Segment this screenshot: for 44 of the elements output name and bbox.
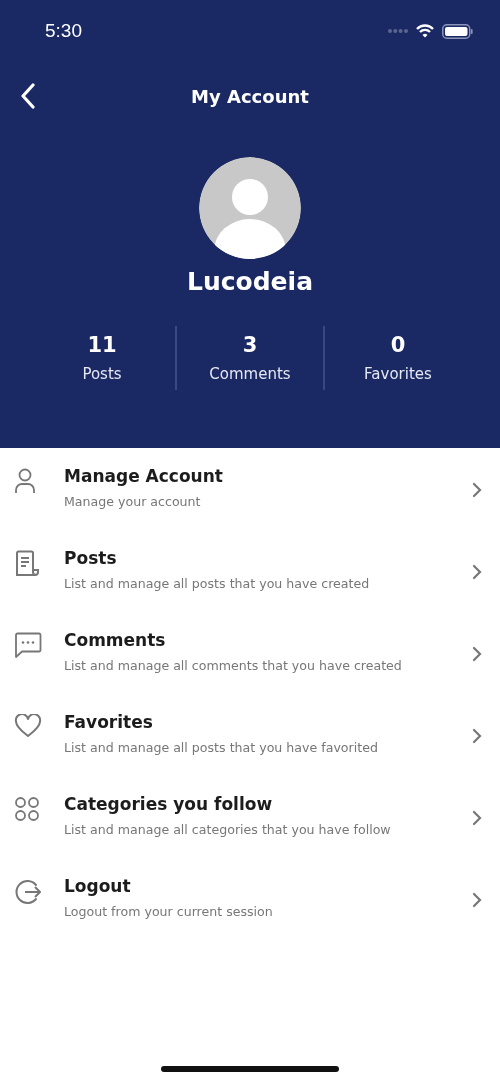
menu-item[interactable]: Logout Logout from your current session xyxy=(0,870,500,952)
stat-label: Comments xyxy=(209,365,291,383)
menu-subtitle: Logout from your current session xyxy=(64,904,274,919)
menu-item[interactable]: Categories you follow List and manage all categories that you have follow xyxy=(0,788,500,870)
battery-icon xyxy=(442,23,473,39)
stat-value: 3 xyxy=(242,333,258,357)
menu-subtitle: List and manage all categories that you have follow xyxy=(64,822,392,837)
stat-value: 0 xyxy=(390,333,406,357)
signal-icon xyxy=(388,28,408,34)
heart-icon xyxy=(14,714,42,738)
avatar-icon xyxy=(199,157,301,259)
document-icon xyxy=(14,550,40,578)
chat-icon xyxy=(14,632,42,658)
screen-title: My Account xyxy=(191,85,309,107)
menu-title: Comments xyxy=(64,630,167,650)
menu-item[interactable]: Comments List and manage all comments that you have created xyxy=(0,624,500,706)
menu-title: Manage Account xyxy=(64,466,224,486)
menu-subtitle: List and manage all comments that you have created xyxy=(64,658,403,673)
menu-item[interactable]: Manage Account Manage your account xyxy=(0,460,500,542)
chevron-icon xyxy=(472,646,482,662)
grid-icon xyxy=(14,796,40,822)
chevron-icon xyxy=(472,810,482,826)
profile-name: Lucodeia xyxy=(187,267,313,296)
menu-item[interactable]: Posts List and manage all posts that you have created xyxy=(0,542,500,624)
menu-title: Categories you follow xyxy=(64,794,274,814)
chevron-icon xyxy=(472,564,482,580)
menu-title: Posts xyxy=(64,548,118,568)
menu-item[interactable]: Favorites List and manage all posts that you have favorited xyxy=(0,706,500,788)
chevron-icon xyxy=(472,728,482,744)
menu-subtitle: Manage your account xyxy=(64,494,202,509)
menu-subtitle: List and manage all posts that you have created xyxy=(64,576,371,591)
chevron-icon xyxy=(472,482,482,498)
status-time: 5:30 xyxy=(45,20,82,42)
back-icon[interactable] xyxy=(20,83,36,109)
menu-title: Favorites xyxy=(64,712,154,732)
logout-icon xyxy=(14,878,42,906)
menu-subtitle: List and manage all posts that you have favorited xyxy=(64,740,379,755)
stat-label: Posts xyxy=(82,365,122,383)
person-icon xyxy=(14,468,36,494)
wifi-icon xyxy=(416,24,434,38)
menu-title: Logout xyxy=(64,876,132,896)
stat-value: 11 xyxy=(87,333,117,357)
stat-label: Favorites xyxy=(364,365,432,383)
chevron-icon xyxy=(472,892,482,908)
